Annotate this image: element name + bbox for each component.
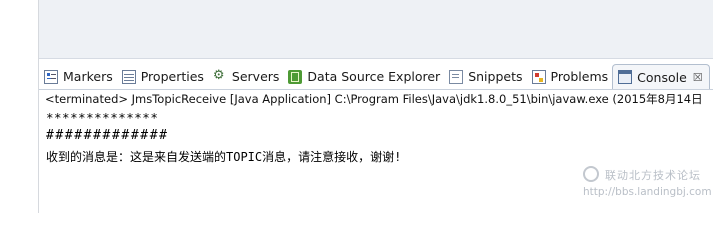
tab-snippets[interactable]: Snippets: [444, 64, 526, 89]
watermark-name: 联动北方技术论坛: [605, 169, 701, 182]
watermark-logo-icon: [583, 166, 599, 182]
left-gutter: [0, 0, 40, 213]
problems-icon: [531, 69, 546, 84]
tab-servers[interactable]: Servers: [208, 64, 284, 89]
tab-label: Properties: [140, 69, 204, 84]
console-icon: [618, 70, 633, 84]
console-line: #############: [46, 128, 169, 143]
tab-label: Problems: [550, 69, 609, 84]
close-icon[interactable]: ☒: [693, 71, 703, 84]
properties-icon: [121, 69, 136, 84]
servers-icon: [213, 68, 227, 84]
tab-console[interactable]: Console ☒: [612, 64, 710, 89]
snippets-icon: [449, 69, 464, 84]
markers-icon: [44, 69, 58, 84]
console-status-line: <terminated> JmsTopicReceive [Java Appli…: [45, 92, 703, 106]
view-tab-bar: Markers Properties Servers Data Source E…: [39, 64, 713, 90]
tab-label: Servers: [231, 69, 280, 84]
console-line: **************: [46, 110, 159, 125]
tab-label: Data Source Explorer: [307, 69, 441, 84]
tab-problems[interactable]: Problems: [527, 64, 613, 89]
editor-area[interactable]: [39, 0, 713, 59]
data-source-explorer-icon: [288, 69, 303, 84]
tab-label: Snippets: [468, 69, 523, 84]
tab-label: Console: [637, 69, 687, 85]
tab-label: Markers: [63, 69, 113, 84]
tab-properties[interactable]: Properties: [117, 64, 208, 89]
watermark-url: http://bbs.landingbj.com: [583, 186, 712, 198]
tab-data-source-explorer[interactable]: Data Source Explorer: [283, 64, 444, 89]
console-line: 收到的消息是：这是来自发送端的TOPIC消息，请注意接收，谢谢!: [46, 150, 402, 164]
tab-markers[interactable]: Markers: [39, 64, 117, 89]
